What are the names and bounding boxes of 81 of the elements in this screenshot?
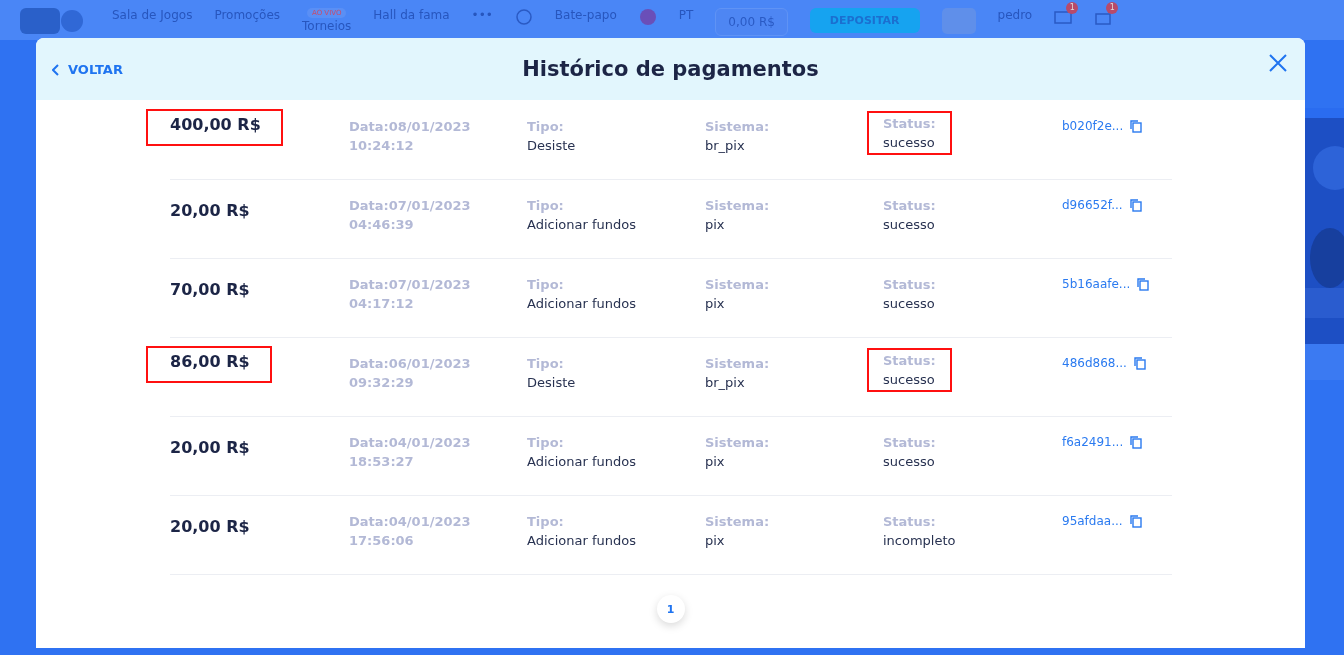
back-button[interactable]: VOLTAR [52, 62, 123, 77]
type-value: Adicionar fundos [527, 454, 636, 469]
payment-date: Data:06/01/2023 [349, 356, 471, 371]
status-value: incompleto [883, 533, 956, 548]
system-label: Sistema: [705, 198, 770, 213]
payment-time: 10:24:12 [349, 138, 415, 153]
payment-time: 17:56:06 [349, 533, 415, 548]
payment-date: Data:04/01/2023 [349, 514, 471, 529]
transaction-id[interactable]: d96652f... [1062, 198, 1123, 212]
copy-icon[interactable] [1136, 277, 1151, 291]
nav-link[interactable]: Promoções [214, 8, 281, 22]
payment-time: 09:32:29 [349, 375, 415, 390]
close-icon[interactable] [1267, 52, 1289, 74]
type-label: Tipo: [527, 119, 565, 134]
status-label: Status: [883, 353, 936, 368]
transaction-id[interactable]: 5b16aafe... [1062, 277, 1131, 291]
type-label: Tipo: [527, 277, 565, 292]
payment-date: Data:08/01/2023 [349, 119, 471, 134]
payment-amount: 70,00 R$ [170, 279, 250, 299]
payment-amount: 86,00 R$ [148, 348, 270, 381]
language-selector[interactable]: PT [678, 8, 694, 22]
status-label: Status: [883, 277, 936, 292]
status-label: Status: [883, 198, 936, 213]
payment-amount: 400,00 R$ [148, 111, 281, 144]
status-value: sucesso [883, 217, 936, 232]
system-label: Sistema: [705, 514, 770, 529]
transaction-id[interactable]: 95afdaa... [1062, 514, 1123, 528]
payment-date: Data:07/01/2023 [349, 277, 471, 292]
status-value: sucesso [883, 296, 936, 311]
payment-amount: 20,00 R$ [170, 437, 250, 457]
type-value: Adicionar fundos [527, 533, 636, 548]
payment-date: Data:04/01/2023 [349, 435, 471, 450]
nav-link[interactable]: Hall da fama [373, 8, 450, 22]
transaction-id[interactable]: f6a2491... [1062, 435, 1124, 449]
system-value: br_pix [705, 375, 746, 390]
system-label: Sistema: [705, 277, 770, 292]
payment-amount: 20,00 R$ [170, 200, 250, 220]
payment-time: 04:17:12 [349, 296, 415, 311]
copy-icon[interactable] [1129, 119, 1144, 133]
chat-link[interactable]: Bate-papo [554, 8, 617, 22]
copy-icon[interactable] [1128, 198, 1143, 212]
payment-time: 04:46:39 [349, 217, 415, 232]
status-label: Status: [883, 435, 936, 450]
system-value: pix [705, 454, 726, 469]
type-label: Tipo: [527, 435, 565, 450]
copy-icon[interactable] [1128, 514, 1143, 528]
modal-title: Histórico de pagamentos [522, 57, 819, 81]
type-label: Tipo: [527, 356, 565, 371]
page-button[interactable]: 1 [656, 595, 685, 623]
system-label: Sistema: [705, 356, 770, 371]
status-label: Status: [883, 514, 937, 529]
notification-badge: 1 [1106, 2, 1119, 14]
system-value: br_pix [705, 138, 746, 153]
payment-time: 18:53:27 [349, 454, 415, 469]
type-label: Tipo: [527, 198, 565, 213]
more-menu[interactable]: ••• [471, 8, 493, 22]
type-value: Desiste [527, 375, 576, 390]
status-value: sucesso [883, 135, 936, 150]
type-label: Tipo: [527, 514, 565, 529]
status-value: sucesso [883, 372, 936, 387]
nav-link[interactable]: Torneios [302, 19, 352, 33]
payment-date: Data:07/01/2023 [349, 198, 471, 213]
type-value: Desiste [527, 138, 576, 153]
chevron-left-icon [52, 63, 60, 76]
copy-icon[interactable] [1129, 435, 1144, 449]
payment-amount: 20,00 R$ [170, 516, 250, 536]
status-value: sucesso [883, 454, 936, 469]
status-label: Status: [883, 116, 936, 131]
notification-badge: 1 [1066, 2, 1079, 14]
copy-icon[interactable] [1132, 356, 1147, 370]
user-name[interactable]: pedro [997, 8, 1033, 22]
system-value: pix [705, 296, 726, 311]
transaction-id[interactable]: b020f2e... [1062, 119, 1124, 133]
type-value: Adicionar fundos [527, 296, 636, 311]
system-label: Sistema: [705, 435, 770, 450]
system-value: pix [705, 217, 726, 232]
system-value: pix [705, 533, 726, 548]
type-value: Adicionar fundos [527, 217, 636, 232]
system-label: Sistema: [705, 119, 770, 134]
nav-link[interactable]: Sala de Jogos [112, 8, 193, 22]
transaction-id[interactable]: 486d868... [1062, 356, 1127, 370]
